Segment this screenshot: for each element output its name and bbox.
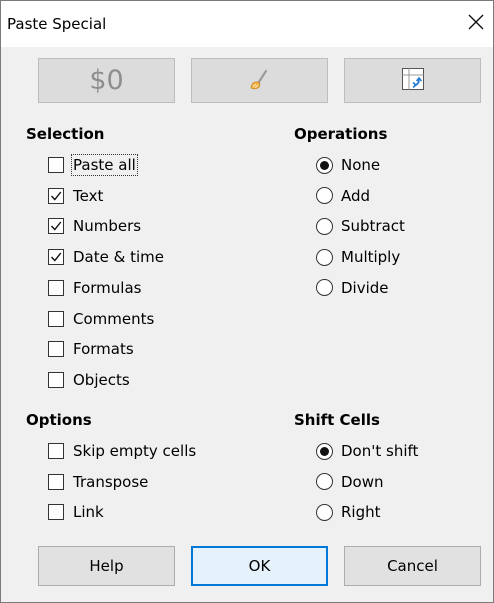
transpose-icon [400,66,426,96]
shift-cells-title: Shift Cells [294,411,380,429]
radio-unselected-icon[interactable] [316,473,333,491]
operations-title: Operations [294,125,388,143]
option-label: Formats [73,340,134,359]
checkbox-unchecked-icon[interactable] [48,504,64,521]
checkbox-transpose[interactable]: Transpose [48,470,148,494]
option-label: Formulas [73,278,142,297]
option-label: Divide [341,278,389,297]
radio-unselected-icon[interactable] [316,248,333,266]
radio-divide[interactable]: Divide [316,276,389,300]
option-label: Transpose [73,472,149,491]
ok-button[interactable]: OK [191,546,328,586]
checkbox-objects[interactable]: Objects [48,368,130,392]
checkbox-skip-empty-cells[interactable]: Skip empty cells [48,439,196,463]
option-label: None [341,156,381,174]
option-label: Objects [73,370,130,389]
option-label: Multiply [341,248,401,267]
checkbox-unchecked-icon[interactable] [48,157,64,173]
checkbox-formulas[interactable]: Formulas [48,276,141,300]
radio-right[interactable]: Right [316,500,381,524]
checkbox-formats[interactable]: Formats [48,337,134,361]
option-label: Numbers [73,217,142,236]
radio-selected-icon[interactable] [316,156,333,174]
cancel-button[interactable]: Cancel [344,546,481,586]
options-title: Options [26,411,92,429]
checkbox-text[interactable]: Text [48,184,103,208]
option-label: Subtract [341,217,405,236]
checkbox-link[interactable]: Link [48,500,104,524]
radio-unselected-icon[interactable] [316,217,333,235]
paste-special-dialog: Paste Special $0 Selection Paste all Tex… [0,0,494,603]
window-title: Paste Special [7,15,107,33]
option-label: Skip empty cells [73,442,197,460]
ok-label: OK [248,557,271,575]
title-bar: Paste Special [1,1,493,47]
option-label: Add [341,186,371,205]
values-only-button[interactable]: $0 [38,58,175,103]
brush-icon [246,65,274,97]
option-label: Link [73,503,104,522]
checkbox-unchecked-icon[interactable] [48,279,64,296]
help-button[interactable]: Help [38,546,175,586]
checkbox-unchecked-icon[interactable] [48,310,64,327]
values-only-label: $0 [89,65,124,96]
selection-title: Selection [26,125,105,143]
radio-unselected-icon[interactable] [316,503,333,521]
radio-down[interactable]: Down [316,470,384,494]
radio-none[interactable]: None [316,153,380,177]
checkbox-unchecked-icon[interactable] [48,371,64,388]
option-label: Comments [73,309,155,328]
checkbox-unchecked-icon[interactable] [48,443,64,459]
option-label: Paste all [71,154,138,176]
checkbox-paste-all[interactable]: Paste all [48,153,138,177]
option-label: Don't shift [341,442,419,460]
radio-don-t-shift[interactable]: Don't shift [316,439,418,463]
option-label: Text [73,186,104,205]
checkbox-checked-icon[interactable] [48,249,64,266]
checkbox-checked-icon[interactable] [48,218,64,235]
option-label: Date & time [73,248,164,267]
cancel-label: Cancel [387,557,438,575]
checkbox-numbers[interactable]: Numbers [48,214,141,238]
transpose-button[interactable] [344,58,481,103]
close-icon[interactable] [465,11,487,33]
formats-only-button[interactable] [191,58,328,103]
checkbox-checked-icon[interactable] [48,187,64,204]
option-label: Right [341,503,381,522]
help-label: Help [89,557,124,575]
radio-selected-icon[interactable] [316,442,333,460]
radio-unselected-icon[interactable] [316,187,333,205]
checkbox-date-time[interactable]: Date & time [48,245,164,269]
checkbox-unchecked-icon[interactable] [48,341,64,358]
option-label: Down [341,472,384,491]
checkbox-unchecked-icon[interactable] [48,473,64,490]
radio-add[interactable]: Add [316,184,370,208]
radio-subtract[interactable]: Subtract [316,214,405,238]
radio-unselected-icon[interactable] [316,279,333,297]
radio-multiply[interactable]: Multiply [316,245,400,269]
checkbox-comments[interactable]: Comments [48,307,154,331]
